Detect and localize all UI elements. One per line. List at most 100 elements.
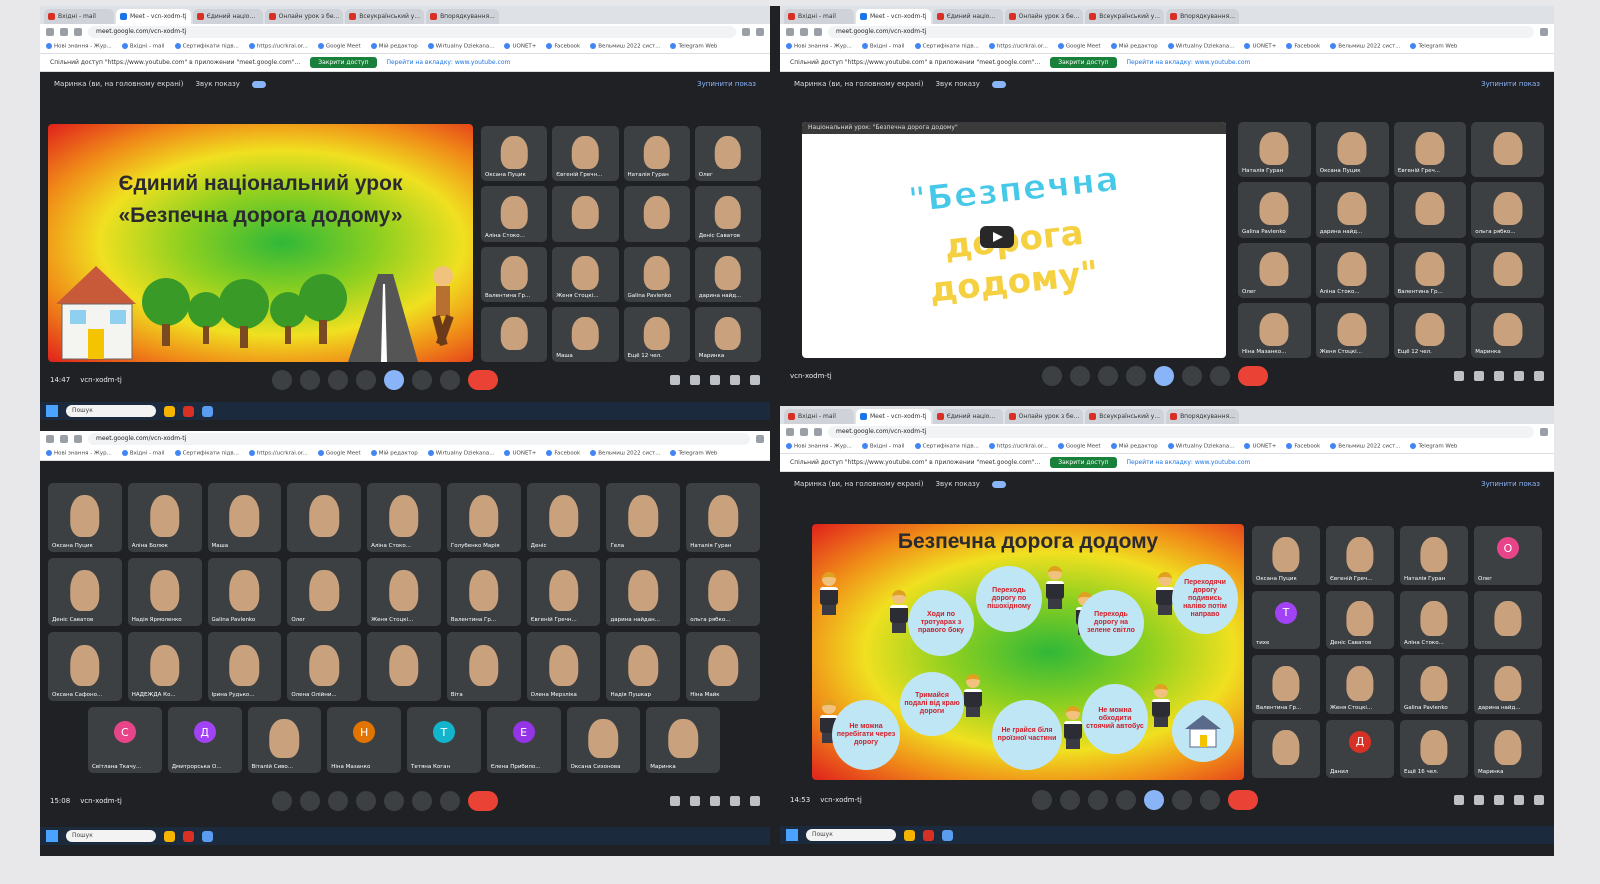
tab-meet[interactable]: Meet - vcn-xodm-tj — [116, 9, 191, 24]
bookmark[interactable]: Google Meet — [318, 43, 361, 50]
participant-tile[interactable] — [1474, 590, 1542, 649]
participant-tile[interactable]: Маринка — [1471, 302, 1544, 358]
forward-icon[interactable] — [800, 28, 808, 36]
tab[interactable]: Вхідні - mail — [784, 409, 854, 424]
app-icon[interactable] — [202, 830, 213, 842]
forward-icon[interactable] — [60, 28, 68, 36]
bookmark[interactable]: Facebook — [1286, 443, 1320, 450]
bookmark[interactable]: Мій редактор — [371, 43, 418, 50]
info-icon[interactable] — [1454, 795, 1464, 805]
raise-hand-icon[interactable] — [1181, 366, 1202, 386]
youtube-app-icon[interactable] — [183, 405, 194, 417]
participant-tile[interactable]: Е Єлена Прибило... — [486, 707, 561, 773]
bookmark[interactable]: Wirtualny Dziekana... — [1168, 443, 1235, 450]
back-icon[interactable] — [46, 435, 54, 443]
end-call-button[interactable] — [467, 370, 498, 390]
participant-tile[interactable]: Олег — [1238, 242, 1311, 298]
camera-icon[interactable] — [299, 370, 320, 390]
chat-icon[interactable] — [710, 375, 720, 385]
bookmark[interactable]: Сертифікати підв... — [175, 450, 239, 457]
reload-icon[interactable] — [814, 428, 822, 436]
tab-meet[interactable]: Meet - vcn-xodm-tj — [856, 9, 931, 24]
windows-start-icon[interactable] — [46, 405, 58, 417]
bookmark[interactable]: Мій редактор — [1111, 443, 1158, 450]
bookmark[interactable]: Facebook — [1286, 43, 1320, 50]
profile-icon[interactable] — [1540, 428, 1548, 436]
participant-tile[interactable]: Валентина Гр... — [481, 246, 548, 302]
participant-tile[interactable]: О Олег — [1474, 526, 1542, 585]
people-icon[interactable] — [1474, 371, 1484, 381]
info-icon[interactable] — [1454, 371, 1464, 381]
tab[interactable]: Впорядкування... — [1166, 9, 1239, 24]
bookmark[interactable]: UONET+ — [504, 43, 536, 50]
switch-tab-link[interactable]: Перейти на вкладку: www.youtube.com — [1127, 459, 1251, 466]
participant-tile[interactable]: НАДЕЖДА Ко... — [127, 632, 202, 701]
participant-tile[interactable] — [481, 306, 548, 362]
bookmark[interactable]: Wirtualny Dziekana... — [428, 450, 495, 457]
participant-tile[interactable] — [1471, 242, 1544, 298]
activities-icon[interactable] — [730, 375, 740, 385]
end-call-button[interactable] — [1227, 790, 1258, 810]
participant-tile[interactable]: Валентина Гр... — [1393, 242, 1467, 298]
tab[interactable]: Всеукраїнський у... — [1085, 9, 1165, 24]
participant-tile[interactable] — [1252, 719, 1320, 778]
bookmark[interactable]: Вхідні - mail — [122, 450, 165, 457]
info-icon[interactable] — [670, 796, 680, 806]
stop-sharing-button[interactable]: Закрити доступ — [1050, 457, 1117, 468]
participant-tile[interactable] — [287, 483, 362, 552]
participant-tile[interactable]: Надія Ярмоленко — [127, 557, 202, 627]
bookmark[interactable]: Мій редактор — [371, 450, 418, 457]
people-icon[interactable] — [690, 375, 700, 385]
bookmark[interactable]: Google Meet — [318, 450, 361, 457]
participant-tile[interactable]: С Світлана Ткачу... — [88, 707, 162, 773]
participant-tile[interactable]: дарина найдан... — [606, 557, 681, 627]
tab[interactable]: Вхідні - mail — [44, 9, 114, 24]
chrome-icon[interactable] — [904, 829, 915, 841]
stop-presenting-button[interactable]: Зупинити показ — [697, 80, 756, 88]
participant-tile[interactable]: дарина найд... — [1474, 655, 1542, 714]
microphone-icon[interactable] — [271, 370, 292, 390]
participant-tile[interactable]: Ттихе — [1252, 590, 1320, 649]
present-icon[interactable] — [383, 370, 404, 390]
bookmark[interactable]: Telegram Web — [670, 450, 717, 457]
switch-tab-link[interactable]: Перейти на вкладку: www.youtube.com — [1127, 59, 1251, 66]
stop-sharing-button[interactable]: Закрити доступ — [1050, 57, 1117, 68]
app-icon[interactable] — [202, 405, 213, 417]
participant-tile[interactable]: Деніс — [526, 483, 601, 552]
microphone-icon[interactable] — [1031, 790, 1052, 810]
bookmark[interactable]: Telegram Web — [1410, 43, 1457, 50]
emoji-icon[interactable] — [1125, 366, 1146, 386]
raise-hand-icon[interactable] — [411, 791, 432, 811]
chat-icon[interactable] — [710, 796, 720, 806]
emoji-icon[interactable] — [355, 370, 376, 390]
back-icon[interactable] — [786, 428, 794, 436]
participant-tile[interactable]: Деніс Саватов — [48, 557, 122, 627]
participant-tile[interactable]: Олег — [287, 557, 362, 627]
participant-tile[interactable]: Оксана Пуцик — [481, 126, 548, 182]
sound-toggle[interactable] — [251, 80, 266, 88]
participant-tile[interactable]: Маринка — [694, 306, 761, 362]
participant-tile[interactable]: Маша — [552, 306, 619, 362]
activities-icon[interactable] — [1514, 371, 1524, 381]
stop-presenting-button[interactable]: Зупинити показ — [1481, 480, 1540, 488]
participant-tile[interactable]: Женя Стоцкі... — [1315, 302, 1389, 358]
participant-tile[interactable]: Євгеній Греч... — [1326, 526, 1394, 585]
url-input[interactable]: meet.google.com/vcn-xodm-tj — [828, 26, 1534, 38]
tab[interactable]: Всеукраїнський у... — [1085, 409, 1165, 424]
participant-tile[interactable]: Женя Стоцкі... — [1326, 655, 1394, 714]
camera-icon[interactable] — [299, 791, 320, 811]
people-icon[interactable] — [1474, 795, 1484, 805]
participant-tile[interactable]: Ніна Майк — [686, 632, 760, 701]
participant-tile[interactable]: Наталія Гуран — [623, 126, 690, 182]
emoji-icon[interactable] — [1115, 790, 1136, 810]
participant-tile[interactable]: Олена Мерзліка — [526, 632, 601, 701]
microphone-icon[interactable] — [271, 791, 292, 811]
bookmark[interactable]: Вхідні - mail — [122, 43, 165, 50]
participant-tile[interactable] — [623, 186, 690, 242]
participant-tile[interactable]: Аліна Стоко... — [1400, 590, 1468, 649]
profile-icon[interactable] — [756, 435, 764, 443]
participant-tile[interactable]: Маринка — [1474, 719, 1542, 778]
participant-tile[interactable]: Наталія Гуран — [686, 483, 760, 552]
url-input[interactable]: meet.google.com/vcn-xodm-tj — [88, 26, 736, 38]
participant-tile[interactable]: Віта — [446, 632, 521, 701]
